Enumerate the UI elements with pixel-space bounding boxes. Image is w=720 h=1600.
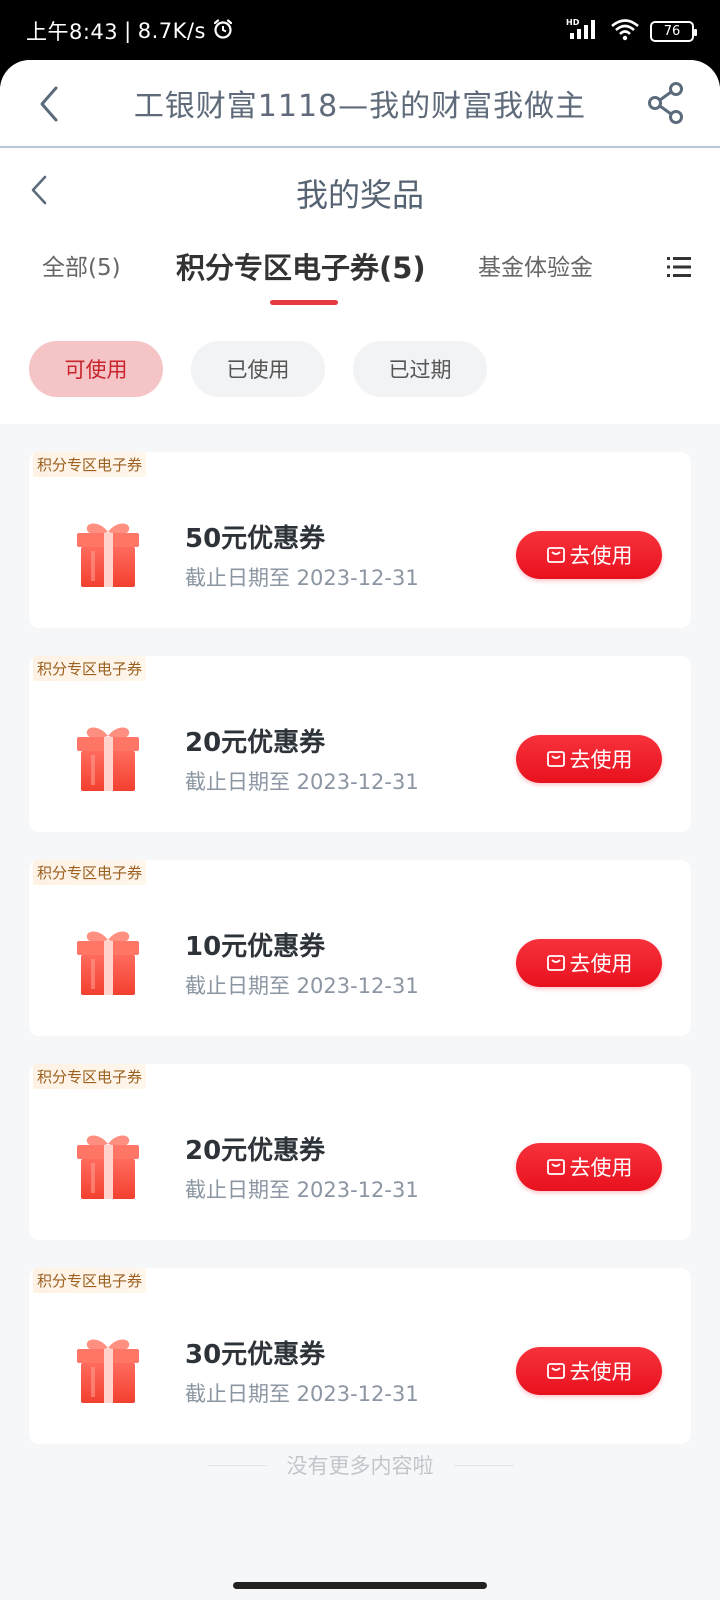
alarm-icon bbox=[212, 18, 234, 45]
status-filters: 可使用 已使用 已过期 bbox=[0, 314, 720, 424]
use-coupon-label: 去使用 bbox=[569, 1156, 633, 1180]
status-time: 上午8:43 bbox=[26, 20, 119, 44]
status-left: 上午8:43 | 8.7K/s bbox=[26, 16, 234, 46]
use-coupon-button[interactable]: 去使用 bbox=[516, 1347, 662, 1395]
coupon-tag: 积分专区电子券 bbox=[33, 452, 147, 477]
divider bbox=[206, 1464, 267, 1466]
coupon-title: 20元优惠券 bbox=[185, 1136, 326, 1166]
coupon-card: 积分专区电子券 10元优惠券 截止日期至 2023-12-31 去使用 bbox=[29, 860, 691, 1036]
divider bbox=[453, 1464, 514, 1466]
status-separator: | bbox=[124, 19, 132, 43]
use-coupon-label: 去使用 bbox=[569, 748, 633, 772]
share-button[interactable] bbox=[646, 80, 686, 126]
list-icon bbox=[667, 257, 691, 277]
phone-screen: 上午8:43 | 8.7K/s HD 76 工银财富1118—我的财富我做主 我… bbox=[0, 0, 720, 1600]
chevron-left-icon bbox=[31, 175, 47, 205]
coupon-icon bbox=[546, 547, 565, 563]
coupon-card: 积分专区电子券 30元优惠券 截止日期至 2023-12-31 去使用 bbox=[29, 1268, 691, 1444]
coupon-icon bbox=[546, 1159, 565, 1175]
tab-points-coupons[interactable]: 积分专区电子券(5) bbox=[176, 238, 426, 298]
use-coupon-button[interactable]: 去使用 bbox=[516, 735, 662, 783]
hd-signal-icon: HD bbox=[566, 17, 600, 45]
coupon-tag: 积分专区电子券 bbox=[33, 860, 147, 885]
gift-icon bbox=[77, 727, 139, 791]
page-title: 我的奖品 bbox=[295, 176, 424, 214]
coupon-expiry: 截止日期至 2023-12-31 bbox=[185, 770, 419, 794]
coupon-tag: 积分专区电子券 bbox=[33, 1268, 147, 1293]
use-coupon-label: 去使用 bbox=[569, 544, 633, 568]
end-of-list-text: 没有更多内容啦 bbox=[286, 1454, 434, 1478]
tab-fund-trial[interactable]: 基金体验金 bbox=[478, 238, 593, 298]
gift-icon bbox=[77, 1135, 139, 1199]
coupon-card: 积分专区电子券 20元优惠券 截止日期至 2023-12-31 去使用 bbox=[29, 656, 691, 832]
filter-available[interactable]: 可使用 bbox=[29, 341, 163, 397]
filter-expired[interactable]: 已过期 bbox=[353, 341, 487, 397]
coupon-expiry: 截止日期至 2023-12-31 bbox=[185, 1382, 419, 1406]
app-container: 工银财富1118—我的财富我做主 我的奖品 全部(5) 积分专区电子券(5) 基… bbox=[0, 60, 720, 1600]
page-back-button[interactable] bbox=[28, 172, 50, 208]
active-tab-indicator bbox=[270, 300, 338, 305]
use-coupon-label: 去使用 bbox=[569, 1360, 633, 1384]
wifi-icon bbox=[610, 17, 640, 45]
status-bar: 上午8:43 | 8.7K/s HD 76 bbox=[0, 0, 720, 62]
gift-icon bbox=[77, 523, 139, 587]
coupon-expiry: 截止日期至 2023-12-31 bbox=[185, 974, 419, 998]
coupon-card: 积分专区电子券 20元优惠券 截止日期至 2023-12-31 去使用 bbox=[29, 1064, 691, 1240]
battery-icon: 76 bbox=[650, 20, 697, 42]
coupon-title: 10元优惠券 bbox=[185, 932, 326, 962]
end-of-list-note: 没有更多内容啦 bbox=[0, 1450, 720, 1480]
use-coupon-button[interactable]: 去使用 bbox=[516, 1143, 662, 1191]
coupon-title: 30元优惠券 bbox=[185, 1340, 326, 1370]
coupon-card: 积分专区电子券 50元优惠券 截止日期至 2023-12-31 去使用 bbox=[29, 452, 691, 628]
tab-all[interactable]: 全部(5) bbox=[42, 238, 121, 298]
status-right: HD 76 bbox=[566, 17, 697, 45]
coupon-title: 20元优惠券 bbox=[185, 728, 326, 758]
category-tabs: 全部(5) 积分专区电子券(5) 基金体验金 bbox=[0, 238, 720, 314]
coupon-title: 50元优惠券 bbox=[185, 524, 326, 554]
gift-icon bbox=[77, 1339, 139, 1403]
back-button[interactable] bbox=[34, 82, 64, 126]
coupon-icon bbox=[546, 955, 565, 971]
chevron-left-icon bbox=[40, 86, 58, 122]
home-indicator[interactable] bbox=[233, 1582, 487, 1589]
coupon-expiry: 截止日期至 2023-12-31 bbox=[185, 566, 419, 590]
header-title: 工银财富1118—我的财富我做主 bbox=[133, 89, 587, 124]
battery-level: 76 bbox=[663, 23, 681, 39]
filter-used[interactable]: 已使用 bbox=[191, 341, 325, 397]
coupon-icon bbox=[546, 1363, 565, 1379]
use-coupon-label: 去使用 bbox=[569, 952, 633, 976]
share-icon bbox=[648, 82, 683, 124]
svg-text:HD: HD bbox=[566, 18, 580, 27]
coupon-tag: 积分专区电子券 bbox=[33, 1064, 147, 1089]
use-coupon-button[interactable]: 去使用 bbox=[516, 531, 662, 579]
page-header: 我的奖品 bbox=[0, 148, 720, 238]
top-panel: 我的奖品 全部(5) 积分专区电子券(5) 基金体验金 可使用 已使用 已过期 bbox=[0, 148, 720, 424]
list-menu-button[interactable] bbox=[666, 254, 692, 280]
gift-icon bbox=[77, 931, 139, 995]
coupon-tag: 积分专区电子券 bbox=[33, 656, 147, 681]
status-speed: 8.7K/s bbox=[137, 19, 206, 43]
coupon-expiry: 截止日期至 2023-12-31 bbox=[185, 1178, 419, 1202]
use-coupon-button[interactable]: 去使用 bbox=[516, 939, 662, 987]
coupon-icon bbox=[546, 751, 565, 767]
app-header: 工银财富1118—我的财富我做主 bbox=[0, 60, 720, 148]
coupon-list: 积分专区电子券 50元优惠券 截止日期至 2023-12-31 去使用 积分专区… bbox=[0, 424, 720, 1444]
